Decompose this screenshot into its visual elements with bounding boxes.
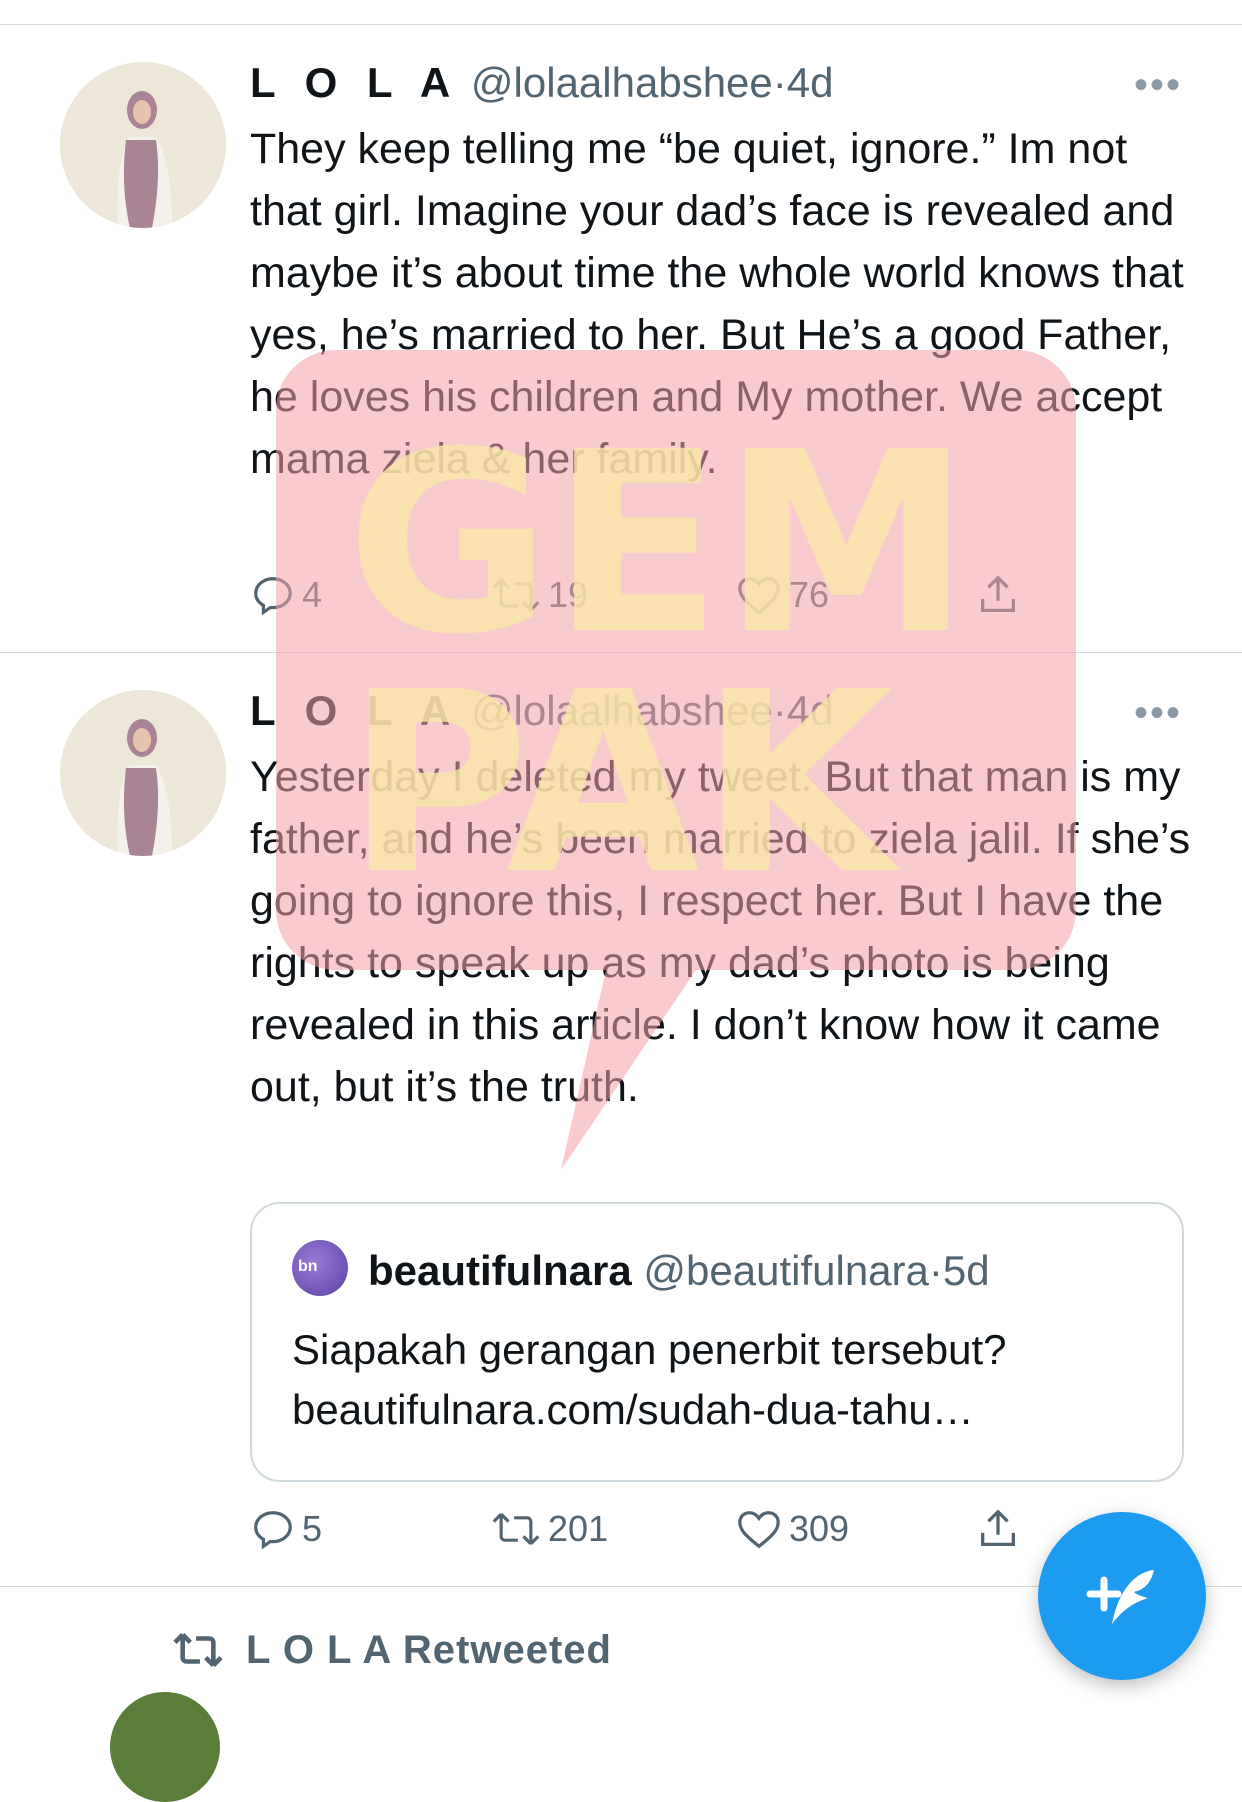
share-button[interactable] [975, 1506, 1027, 1552]
like-button[interactable]: 309 [735, 1506, 849, 1552]
retweet-count: 19 [548, 574, 589, 615]
reply-count: 5 [302, 1508, 323, 1549]
separator-dot: · [772, 59, 787, 106]
reply-button[interactable]: 4 [250, 572, 322, 618]
avatar[interactable] [60, 690, 226, 856]
next-tweet-avatar[interactable] [110, 1692, 220, 1802]
separator-dot: · [928, 1247, 943, 1294]
tweet-divider [0, 652, 1242, 653]
reply-icon [254, 577, 292, 616]
user-handle[interactable]: @lolaalhabshee [471, 59, 773, 106]
share-icon [981, 1509, 1015, 1546]
separator-dot: · [772, 687, 787, 734]
retweet-count: 201 [548, 1508, 609, 1549]
timestamp[interactable]: 4d [787, 687, 834, 734]
quoted-link[interactable]: beautifulnara.com/sudah-dua-tahu… [292, 1380, 1162, 1440]
quoted-avatar-text: bn [298, 1258, 318, 1275]
like-count: 309 [789, 1508, 850, 1549]
compose-button[interactable] [1038, 1512, 1206, 1680]
quoted-timestamp[interactable]: 5d [943, 1247, 990, 1294]
quoted-text-line: Siapakah gerangan penerbit tersebut? [292, 1326, 1007, 1373]
tweet-actions: 5 201 309 [250, 1506, 1050, 1556]
quoted-tweet[interactable]: bn beautifulnara @beautifulnara·5d Siapa… [250, 1202, 1184, 1482]
like-button[interactable]: 76 [735, 572, 829, 618]
retweeted-label[interactable]: L O L A Retweeted [246, 1628, 612, 1673]
quoted-avatar[interactable]: bn [292, 1240, 348, 1296]
retweet-icon [492, 1513, 540, 1545]
top-divider [0, 24, 1242, 25]
tweet-text: They keep telling me “be quiet, ignore.”… [250, 125, 1184, 483]
retweet-button[interactable]: 201 [490, 1506, 608, 1552]
tweet-header: L O L A @lolaalhabshee·4d [250, 684, 834, 738]
share-icon [981, 575, 1015, 612]
more-icon[interactable]: ••• [1134, 65, 1182, 105]
tweet-header: L O L A @lolaalhabshee·4d [250, 56, 834, 110]
quoted-text: Siapakah gerangan penerbit tersebut? bea… [292, 1320, 1162, 1440]
share-button[interactable] [975, 572, 1027, 618]
display-name[interactable]: L O L A [250, 59, 459, 106]
retweet-icon [173, 1633, 223, 1667]
quoted-display-name[interactable]: beautifulnara [368, 1247, 632, 1294]
more-icon[interactable]: ••• [1134, 693, 1182, 733]
display-name[interactable]: L O L A [250, 687, 459, 734]
quoted-header: beautifulnara @beautifulnara·5d [368, 1244, 990, 1298]
tweet-actions: 4 19 76 [250, 572, 1050, 622]
retweeted-indicator: L O L A Retweeted [170, 1622, 612, 1678]
retweet-icon [492, 579, 540, 611]
reply-icon [254, 1511, 292, 1550]
timestamp[interactable]: 4d [787, 59, 834, 106]
like-icon [738, 577, 780, 615]
compose-icon [1086, 1570, 1154, 1624]
retweet-button[interactable]: 19 [490, 572, 588, 618]
like-count: 76 [789, 574, 830, 615]
like-icon [738, 1511, 780, 1549]
quoted-handle[interactable]: @beautifulnara [643, 1247, 929, 1294]
tweet-text: Yesterday I deleted my tweet. But that m… [250, 753, 1191, 1111]
reply-button[interactable]: 5 [250, 1506, 322, 1552]
user-handle[interactable]: @lolaalhabshee [471, 687, 773, 734]
avatar[interactable] [60, 62, 226, 228]
reply-count: 4 [302, 574, 323, 615]
